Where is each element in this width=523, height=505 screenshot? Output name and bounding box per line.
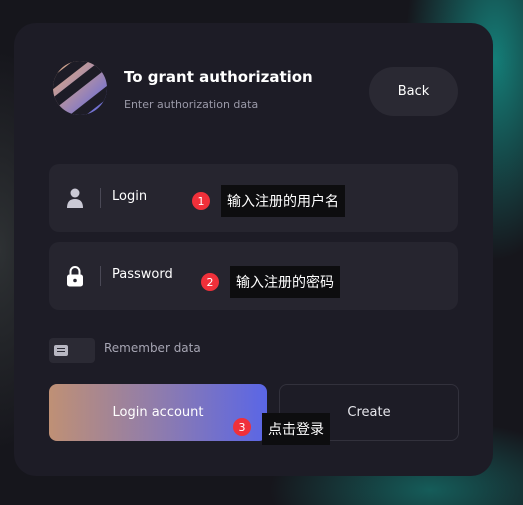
annotation-number: 3 (233, 418, 251, 436)
login-card: To grant authorization Enter authorizati… (14, 23, 493, 476)
remember-label: Remember data (104, 341, 201, 355)
user-icon (67, 188, 83, 208)
annotation-number: 2 (201, 273, 219, 291)
annotation-number: 1 (192, 192, 210, 210)
remember-toggle[interactable] (49, 338, 95, 363)
annotation-label: 输入注册的用户名 (221, 185, 345, 217)
field-separator (100, 188, 101, 208)
back-button[interactable]: Back (369, 67, 458, 116)
lock-icon (67, 266, 83, 287)
password-placeholder: Password (112, 267, 173, 282)
annotation-label: 点击登录 (262, 413, 330, 445)
globe-logo-icon (53, 61, 107, 115)
field-separator (100, 266, 101, 286)
page-subtitle: Enter authorization data (124, 98, 259, 111)
login-placeholder: Login (112, 189, 148, 204)
page-title: To grant authorization (124, 68, 313, 86)
toggle-icon (54, 345, 68, 356)
annotation-label: 输入注册的密码 (230, 266, 340, 298)
